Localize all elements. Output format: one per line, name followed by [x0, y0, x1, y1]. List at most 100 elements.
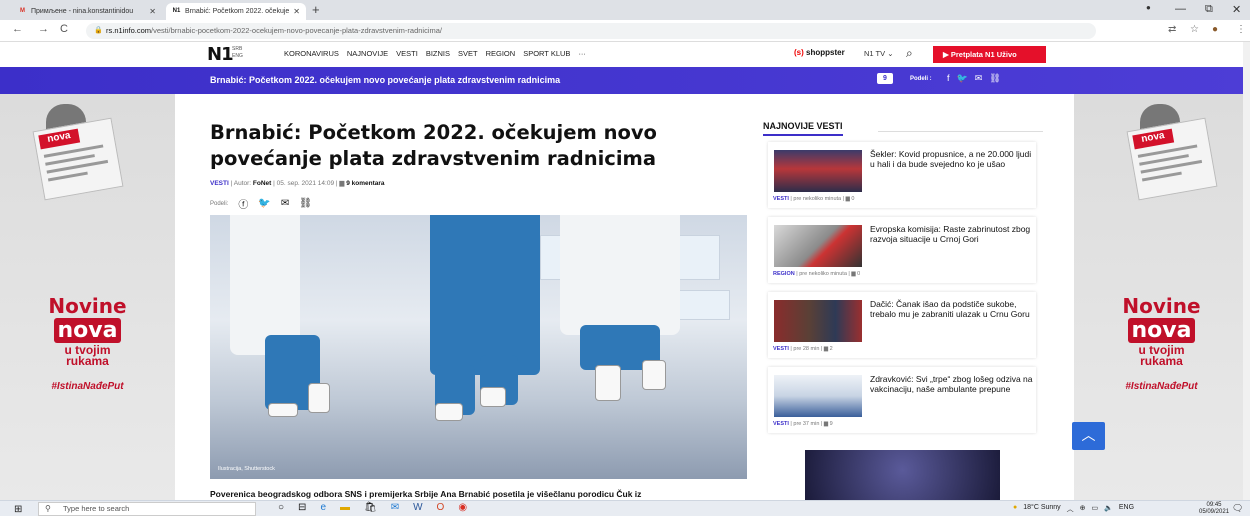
subscribe-button[interactable]: ▶ Pretplata N1 Uživo	[933, 46, 1046, 63]
shoppster-link[interactable]: (s) shoppster	[794, 48, 845, 57]
news-title[interactable]: Zdravković: Svi „trpe“ zbog lošeg odziva…	[870, 374, 1035, 394]
news-thumbnail	[774, 300, 862, 342]
news-card[interactable]: Šekler: Kovid propusnice, a ne 20.000 lj…	[768, 142, 1036, 208]
new-tab-button[interactable]: +	[312, 2, 320, 17]
mail-app-icon[interactable]: ✉	[391, 502, 399, 513]
language-switch[interactable]: SRB ENG	[232, 46, 243, 60]
url-bar[interactable]: 🔒 rs.n1info.com/vesti/brnabic-pocetkom-2…	[86, 23, 1096, 39]
link-icon[interactable]: ⛓	[989, 73, 1000, 84]
comment-count-badge[interactable]: 9	[877, 73, 893, 84]
task-view-icon[interactable]: ⊟	[298, 502, 306, 513]
taskbar-apps: ○ ⊟ e ▬ 🛍 ✉ W O ◉	[278, 502, 467, 513]
maximize-button[interactable]: ⧉	[1205, 3, 1213, 16]
n1tv-dropdown[interactable]: N1 TV ⌄	[864, 49, 894, 58]
sidebar-heading: NAJNOVIJE VESTI	[763, 121, 843, 136]
news-title[interactable]: Šekler: Kovid propusnice, a ne 20.000 lj…	[870, 149, 1035, 169]
tab-title: Brnabić: Početkom 2022. očekuje	[185, 8, 290, 15]
file-explorer-icon[interactable]: ▬	[340, 502, 350, 513]
page-scrollbar[interactable]	[1243, 42, 1250, 500]
article-lead: Poverenica beogradskog odbora SNS i prem…	[210, 489, 642, 499]
lang-eng[interactable]: ENG	[232, 53, 243, 60]
news-card[interactable]: Dačić: Čanak išao da podstiče sukobe, tr…	[768, 292, 1036, 358]
ad-subtitle: u tvojim rukama	[64, 343, 111, 368]
nav-vesti[interactable]: VESTI	[396, 49, 418, 58]
scroll-to-top-button[interactable]: ︿	[1072, 422, 1105, 450]
nav-region[interactable]: REGION	[486, 49, 516, 58]
cortana-icon[interactable]: ○	[278, 502, 284, 513]
nav-najnovije[interactable]: NAJNOVIJE	[347, 49, 388, 58]
search-icon: ⚲	[45, 504, 51, 513]
gmail-favicon-icon: M	[20, 8, 25, 14]
reload-button[interactable]: C	[60, 23, 68, 35]
news-title[interactable]: Evropska komisija: Raste zabrinutost zbo…	[870, 224, 1035, 244]
article-category-link[interactable]: VESTI	[210, 180, 229, 187]
news-title[interactable]: Dačić: Čanak išao da podstiče sukobe, tr…	[870, 299, 1035, 319]
nav-biznis[interactable]: BIZNIS	[426, 49, 450, 58]
taskbar-search-placeholder: Type here to search	[63, 504, 130, 513]
browser-tab-n1[interactable]: N1 Brnabić: Početkom 2022. očekuje ✕	[166, 3, 306, 20]
comments-link[interactable]: 9 komentara	[346, 180, 384, 187]
translate-icon[interactable]: ⇄	[1168, 24, 1176, 35]
ad-novine-text: Novine	[48, 294, 127, 318]
news-card[interactable]: Zdravković: Svi „trpe“ zbog lošeg odziva…	[768, 367, 1036, 433]
close-window-button[interactable]: ✕	[1232, 3, 1241, 16]
office-icon[interactable]: O	[437, 502, 445, 513]
comments-icon: ▆	[851, 271, 856, 277]
comments-icon: ▆	[845, 196, 850, 202]
clock-date: 05/09/2021	[1199, 509, 1230, 515]
menu-icon[interactable]: ⋮	[1236, 24, 1246, 35]
network-icon[interactable]: ⊕	[1080, 504, 1086, 514]
nav-sport-klub[interactable]: SPORT KLUB	[523, 49, 570, 58]
taskbar-clock[interactable]: 09:45 05/09/2021	[1199, 502, 1229, 516]
mail-icon[interactable]: ✉	[975, 73, 983, 84]
article-hero-image: Ilustracija, Shutterstock	[210, 215, 747, 479]
facebook-icon[interactable]: f	[947, 73, 950, 84]
ad-subtitle: u tvojim rukama	[1138, 343, 1185, 368]
news-card[interactable]: Evropska komisija: Raste zabrinutost zbo…	[768, 217, 1036, 283]
nav-svet[interactable]: SVET	[458, 49, 478, 58]
word-icon[interactable]: W	[413, 502, 422, 513]
language-indicator[interactable]: ENG	[1119, 504, 1134, 514]
forward-button[interactable]: →	[38, 23, 49, 35]
windows-start-icon[interactable]: ⊞	[14, 504, 22, 515]
mail-icon[interactable]: ✉	[281, 198, 289, 209]
newspaper-image: nova	[1126, 117, 1218, 201]
article-author[interactable]: FoNet	[253, 180, 271, 187]
weather-icon: ●	[1013, 504, 1018, 511]
lang-srb[interactable]: SRB	[232, 46, 243, 53]
nav-more-icon[interactable]: ···	[578, 49, 586, 58]
star-icon[interactable]: ☆	[1190, 24, 1199, 35]
news-thumbnail	[774, 225, 862, 267]
link-icon[interactable]: ⛓	[299, 198, 312, 209]
profile-dot-icon[interactable]: ●	[1146, 3, 1151, 12]
close-tab-icon[interactable]: ✕	[149, 7, 156, 16]
weather-text[interactable]: 18°C Sunny	[1023, 504, 1060, 514]
chrome-icon[interactable]: ◉	[458, 502, 467, 513]
browser-tab-gmail[interactable]: M Примљене - nina.konstantinidou ✕	[12, 3, 162, 20]
battery-icon[interactable]: ▭	[1092, 504, 1099, 514]
facebook-icon[interactable]: ⓕ	[238, 196, 248, 211]
web-page: N1 SRB ENG KORONAVIRUS NAJNOVIJE VESTI B…	[0, 42, 1250, 500]
profile-icon[interactable]: ●	[1212, 24, 1218, 35]
twitter-icon[interactable]: 🐦	[957, 73, 968, 84]
nav-koronavirus[interactable]: KORONAVIRUS	[284, 49, 339, 58]
article-title: Brnabić: Početkom 2022. očekujem novo po…	[210, 121, 657, 170]
twitter-icon[interactable]: 🐦	[258, 198, 270, 209]
volume-icon[interactable]: 🔈	[1104, 504, 1113, 514]
minimize-button[interactable]: —	[1175, 3, 1186, 15]
store-icon[interactable]: 🛍	[364, 502, 377, 513]
search-icon[interactable]: ⌕	[906, 46, 913, 61]
taskbar-search-input[interactable]: ⚲ Type here to search	[38, 502, 256, 516]
n1-logo[interactable]: N1	[207, 44, 234, 65]
notifications-icon[interactable]: 🗨	[1232, 503, 1243, 514]
left-ad-banner[interactable]: nova Novine nova u tvojim rukama #IstinaN…	[0, 94, 175, 500]
tray-chevron-icon[interactable]: ︿	[1067, 504, 1074, 514]
back-button[interactable]: ←	[12, 23, 23, 35]
article-content: Brnabić: Početkom 2022. očekujem novo po…	[175, 94, 1074, 500]
sidebar-ad-image[interactable]	[805, 450, 1000, 500]
system-tray: ● 18°C Sunny ︿ ⊕ ▭ 🔈 ENG	[1013, 504, 1134, 514]
sticky-article-bar: Brnabić: Početkom 2022. očekujem novo po…	[0, 67, 1250, 94]
url-path: /vesti/brnabic-pocetkom-2022-ocekujem-no…	[151, 26, 442, 35]
edge-icon[interactable]: e	[320, 502, 326, 513]
close-tab-icon[interactable]: ✕	[293, 7, 300, 16]
